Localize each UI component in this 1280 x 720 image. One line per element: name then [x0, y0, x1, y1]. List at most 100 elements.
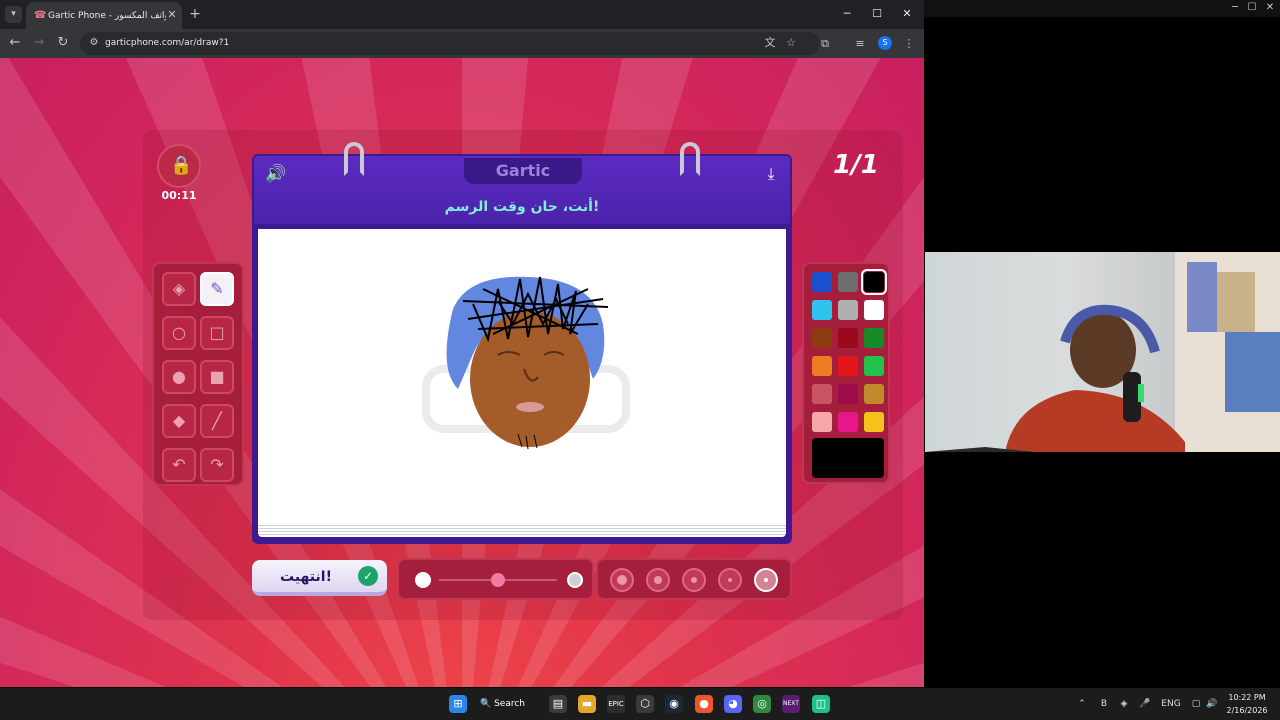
reload-icon[interactable]: ↻ [55, 35, 71, 51]
steam-icon[interactable]: ◉ [665, 695, 683, 713]
opacity-low-button[interactable] [718, 568, 742, 592]
minimize-button[interactable]: ─ [839, 6, 855, 22]
done-button[interactable]: انتهيت! ✓ [252, 560, 387, 596]
color-swatch[interactable] [838, 384, 858, 404]
color-swatch[interactable] [812, 384, 832, 404]
tray-app-icon[interactable]: B [1098, 696, 1110, 712]
new-tab-button[interactable]: + [188, 6, 202, 22]
site-info-icon[interactable]: ⚙ [87, 36, 101, 50]
windows-taskbar: ⊞ 🔍 Search ▤ ▬ EPIC ⬡ ◉ ● ◕ ◎ NEXT ◫ ⌃ B… [0, 688, 1280, 720]
firefox-icon[interactable]: ● [695, 695, 713, 713]
webcam-window-bar: ─ ☐ ✕ [924, 0, 1280, 17]
green-app-icon[interactable]: ◫ [812, 695, 830, 713]
binder-ring-left [344, 142, 364, 176]
rectangle-outline-tool-icon[interactable]: □ [200, 316, 234, 350]
line-tool-icon[interactable]: ╱ [200, 404, 234, 438]
thin-brush-icon[interactable] [415, 572, 431, 588]
unity-icon[interactable]: ⬡ [636, 695, 654, 713]
cam-close-icon[interactable]: ✕ [1263, 1, 1277, 15]
brush-size-panel [397, 558, 594, 600]
file-explorer-icon[interactable]: ▬ [578, 695, 596, 713]
tab-gartic[interactable]: ☎ Gartic Phone - الهواتف المكسور ✕ [26, 2, 182, 29]
rectangle-filled-tool-icon[interactable]: ■ [200, 360, 234, 394]
opacity-high-button[interactable] [646, 568, 670, 592]
media-controls-icon[interactable]: ≡ [852, 36, 868, 52]
wifi-icon[interactable]: ▢ [1190, 696, 1202, 712]
color-swatch[interactable] [864, 328, 884, 348]
cam-minimize-icon[interactable]: ─ [1228, 1, 1242, 15]
color-swatch[interactable] [838, 300, 858, 320]
tray-network-icon[interactable]: ◈ [1118, 696, 1130, 712]
lock-icon: 🔒 [170, 155, 193, 176]
translate-icon[interactable]: 文 [763, 36, 777, 50]
chrome-icon[interactable]: ◎ [753, 695, 771, 713]
lock-button[interactable]: 🔒 [157, 144, 201, 188]
back-arrow-icon[interactable]: ← [7, 35, 23, 51]
tab-close-icon[interactable]: ✕ [166, 8, 178, 22]
brush-size-knob[interactable] [491, 573, 505, 587]
forward-arrow-icon[interactable]: → [31, 35, 47, 51]
color-swatch[interactable] [838, 412, 858, 432]
ellipse-filled-tool-icon[interactable]: ● [162, 360, 196, 394]
extensions-icon[interactable]: ⧉ [817, 36, 833, 52]
webcam-feed [925, 252, 1280, 452]
eraser-tool-icon[interactable]: ◈ [162, 272, 196, 306]
undo-icon[interactable]: ↶ [162, 448, 196, 482]
taskbar-search[interactable]: 🔍 Search [480, 693, 538, 715]
opacity-min-button[interactable] [754, 568, 778, 592]
color-swatch[interactable] [812, 300, 832, 320]
drawing-canvas[interactable] [258, 229, 786, 523]
opacity-full-button[interactable] [610, 568, 634, 592]
address-bar[interactable]: ⚙ garticphone.com/ar/draw?1 文 ☆ [80, 32, 820, 55]
language-indicator[interactable]: ENG [1158, 696, 1184, 712]
microphone-icon[interactable]: 🎤 [1139, 696, 1151, 712]
color-swatch[interactable] [864, 384, 884, 404]
search-icon: 🔍 [480, 699, 495, 709]
close-window-button[interactable]: ✕ [899, 6, 915, 22]
color-swatch[interactable] [861, 269, 887, 295]
color-swatch[interactable] [812, 412, 832, 432]
cam-maximize-icon[interactable]: ☐ [1245, 1, 1259, 15]
current-color-preview [812, 438, 884, 478]
color-swatch[interactable] [864, 412, 884, 432]
stroke-style-panel [596, 558, 792, 600]
color-swatch[interactable] [838, 328, 858, 348]
color-swatch[interactable] [812, 356, 832, 376]
pencil-tool-icon[interactable]: ✎ [200, 272, 234, 306]
download-icon[interactable]: ⤓ [760, 164, 782, 184]
color-swatch[interactable] [812, 328, 832, 348]
color-swatch[interactable] [812, 272, 832, 292]
url-text[interactable]: garticphone.com/ar/draw?1 [105, 36, 405, 50]
next-app-icon[interactable]: NEXT [782, 695, 800, 713]
drawing-notebook: Gartic 🔊 ⤓ أنت، حان وقت الرسم! [252, 142, 792, 544]
color-swatch[interactable] [838, 272, 858, 292]
more-menu-icon[interactable]: ⋮ [901, 36, 917, 52]
epic-games-icon[interactable]: EPIC [607, 695, 625, 713]
maximize-button[interactable]: ☐ [869, 6, 885, 22]
profile-avatar[interactable]: S [878, 36, 892, 50]
thick-brush-icon[interactable] [567, 572, 583, 588]
color-swatch[interactable] [864, 356, 884, 376]
discord-icon[interactable]: ◕ [724, 695, 742, 713]
bookmark-star-icon[interactable]: ☆ [784, 36, 798, 50]
speaker-icon[interactable]: 🔊 [264, 164, 288, 184]
redo-icon[interactable]: ↷ [200, 448, 234, 482]
drawing-svg [422, 276, 630, 450]
volume-icon[interactable]: 🔊 [1206, 696, 1218, 712]
tab-search-icon[interactable]: ▾ [5, 6, 22, 23]
windows-start-icon[interactable]: ⊞ [449, 695, 467, 713]
system-clock[interactable]: 10:22 PM 2/16/2026 [1222, 691, 1272, 717]
tab-title: Gartic Phone - الهواتف المكسور [48, 11, 166, 21]
countdown-timer: 00:11 [161, 189, 197, 202]
fill-bucket-tool-icon[interactable]: ◆ [162, 404, 196, 438]
gartic-logo: Gartic [464, 158, 582, 184]
opacity-mid-button[interactable] [682, 568, 706, 592]
color-swatch[interactable] [864, 300, 884, 320]
browser-chrome: ▾ ☎ Gartic Phone - الهواتف المكسور ✕ + ─… [0, 0, 924, 58]
done-label: انتهيت! [280, 569, 332, 585]
tray-overflow-icon[interactable]: ⌃ [1076, 696, 1088, 712]
color-swatch[interactable] [838, 356, 858, 376]
round-counter: 1/1 [833, 150, 879, 180]
ellipse-outline-tool-icon[interactable]: ○ [162, 316, 196, 350]
task-view-icon[interactable]: ▤ [549, 695, 567, 713]
